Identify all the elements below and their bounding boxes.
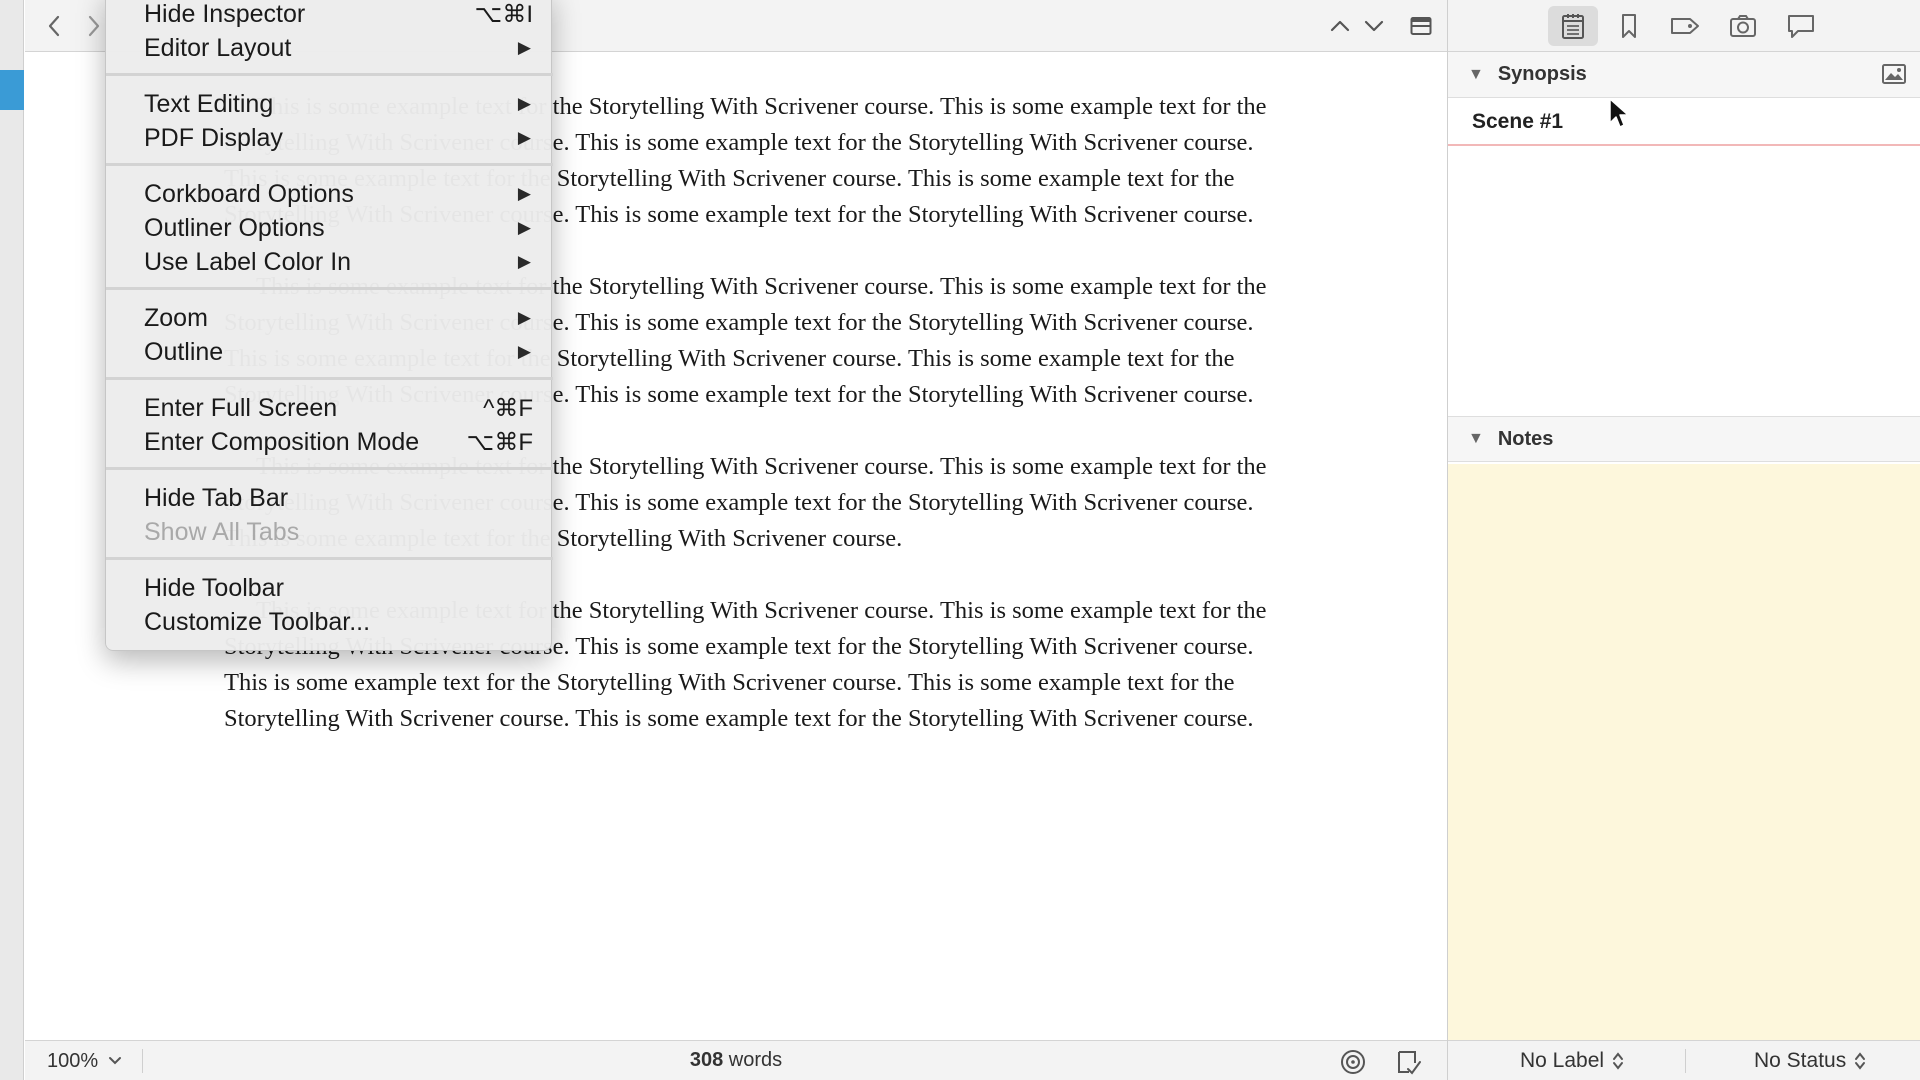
menu-shortcut: ^⌘F [483,394,533,422]
menu-item-enter-composition-mode[interactable]: Enter Composition Mode ⌥⌘F [106,425,553,459]
menu-separator [106,163,553,166]
submenu-arrow-icon: ▶ [517,184,531,203]
menu-item-text-editing[interactable]: Text Editing ▶ [106,87,553,121]
label-select-value: No Label [1520,1049,1605,1072]
menu-item-label: Editor Layout [144,33,292,62]
footer-divider [1685,1049,1686,1073]
menu-item-label: Enter Composition Mode [144,427,420,456]
target-icon[interactable] [1340,1049,1366,1080]
status-select-value: No Status [1754,1049,1847,1072]
menu-item-label: Corkboard Options [144,179,354,208]
comments-icon[interactable] [1776,6,1826,46]
menu-item-label: Hide Toolbar [144,573,284,602]
bookmark-icon[interactable] [1604,6,1654,46]
snapshot-camera-icon[interactable] [1718,6,1768,46]
menu-item-label: Hide Tab Bar [144,483,289,512]
mouse-cursor-icon [1608,97,1630,134]
notes-text-area[interactable] [1448,464,1920,1040]
menu-item-pdf-display[interactable]: PDF Display ▶ [106,121,553,155]
menu-separator [106,557,553,560]
up-down-chevron-icon [1613,1052,1624,1070]
status-select[interactable]: No Status [1754,1049,1866,1073]
menu-item-label: Outline [144,337,224,366]
menu-shortcut: ⌥⌘F [466,428,533,456]
chevron-up-icon[interactable] [1325,10,1355,42]
menu-item-hide-toolbar[interactable]: Hide Toolbar [106,571,553,605]
notes-header[interactable]: ▼ Notes [1448,416,1920,462]
menu-item-label: Use Label Color In [144,247,352,276]
menu-item-label: Hide Inspector [144,0,306,28]
menu-item-label: Show All Tabs [144,517,300,546]
menu-item-zoom[interactable]: Zoom ▶ [106,301,553,335]
menu-item-corkboard-options[interactable]: Corkboard Options ▶ [106,177,553,211]
synopsis-header[interactable]: ▼ Synopsis [1448,52,1920,98]
binder-selection-highlight[interactable] [0,70,24,110]
label-select[interactable]: No Label [1520,1049,1624,1073]
compile-notes-icon[interactable] [1395,1049,1421,1080]
submenu-arrow-icon: ▶ [517,218,531,237]
disclosure-triangle-icon[interactable]: ▼ [1468,66,1484,84]
menu-item-outliner-options[interactable]: Outliner Options ▶ [106,211,553,245]
menu-item-label: Customize Toolbar... [144,607,371,636]
metadata-tag-icon[interactable] [1660,6,1710,46]
menu-item-label: PDF Display [144,123,283,152]
menu-item-show-all-tabs: Show All Tabs [106,515,553,549]
menu-separator [106,287,553,290]
notes-inspector-icon[interactable] [1548,6,1598,46]
inspector-pane: ▼ Synopsis Scene #1 ▼ Notes No Label No … [1447,0,1920,1080]
chevron-down-icon[interactable] [1359,10,1389,42]
menu-separator [106,467,553,470]
menu-item-editor-layout[interactable]: Editor Layout ▶ [106,31,553,65]
menu-item-enter-full-screen[interactable]: Enter Full Screen ^⌘F [106,391,553,425]
split-editor-icon[interactable] [1406,10,1436,42]
editor-footer-bar: 100% 308 words [25,1040,1447,1080]
menu-shortcut: ⌥⌘I [474,0,533,28]
back-arrow-icon[interactable] [39,10,69,42]
menu-item-label: Outliner Options [144,213,325,242]
submenu-arrow-icon: ▶ [517,308,531,327]
synopsis-header-label: Synopsis [1497,63,1587,85]
inspector-toolbar [1448,0,1920,52]
menu-item-hide-tab-bar[interactable]: Hide Tab Bar [106,481,553,515]
submenu-arrow-icon: ▶ [517,342,531,361]
word-count-label: words [728,1049,783,1071]
up-down-chevron-icon [1855,1052,1866,1070]
view-menu: Hide Inspector ⌥⌘I Editor Layout ▶ Text … [105,0,553,651]
submenu-arrow-icon: ▶ [517,128,531,147]
synopsis-image-icon[interactable] [1881,63,1907,91]
submenu-arrow-icon: ▶ [517,252,531,271]
disclosure-triangle-icon[interactable]: ▼ [1468,430,1484,448]
menu-item-label: Text Editing [144,89,274,118]
synopsis-title-field[interactable]: Scene #1 [1448,100,1920,146]
binder-edge [0,0,24,1080]
menu-item-use-label-color-in[interactable]: Use Label Color In ▶ [106,245,553,279]
menu-separator [106,377,553,380]
word-count: 308 words [25,1049,1447,1072]
menu-item-outline[interactable]: Outline ▶ [106,335,553,369]
menu-separator [106,73,553,76]
notes-header-label: Notes [1497,427,1554,450]
inspector-footer: No Label No Status [1448,1040,1920,1080]
submenu-arrow-icon: ▶ [517,38,531,57]
submenu-arrow-icon: ▶ [517,94,531,113]
menu-item-customize-toolbar[interactable]: Customize Toolbar... [106,605,553,639]
synopsis-text-area[interactable] [1448,148,1920,416]
menu-item-hide-inspector[interactable]: Hide Inspector ⌥⌘I [106,0,553,31]
word-count-value: 308 [689,1049,724,1071]
menu-item-label: Zoom [144,303,208,332]
menu-item-label: Enter Full Screen [144,393,338,422]
